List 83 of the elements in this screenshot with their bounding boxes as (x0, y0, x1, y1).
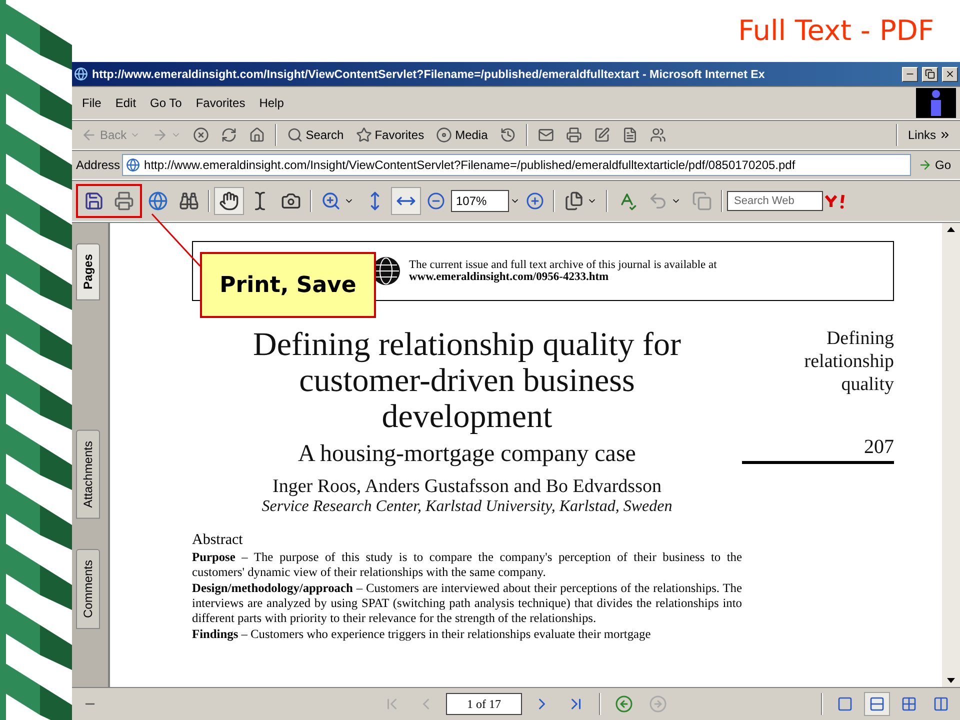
disc-icon (436, 127, 452, 143)
zoom-out-icon (427, 192, 445, 210)
side-tab[interactable]: Comments (76, 549, 100, 630)
address-label: Address (76, 158, 120, 172)
abstract-heading: Abstract (192, 532, 244, 549)
people-icon (650, 127, 666, 143)
back-circle-icon (615, 695, 633, 713)
page-number: 207 (742, 436, 894, 464)
abstract-paragraph: Design/methodology/approach – Customers are interviewed about their perceptions of the relationships. The interviews are analyzed by using SPAT (switching path analysis technique) that divides the relationships into different parts with priority to their relevance for the strength of the relationships. (192, 581, 742, 626)
menu-item[interactable]: Edit (109, 94, 142, 112)
home-icon (248, 127, 265, 143)
side-tab[interactable]: Pages (76, 243, 100, 300)
page-layout-icon (869, 696, 885, 712)
restore-icon (925, 69, 935, 79)
document-icon (622, 127, 638, 143)
running-head: quality (841, 373, 894, 396)
binoculars-icon (179, 191, 199, 211)
zoom-field[interactable]: 107% (451, 190, 509, 212)
scrollbar[interactable] (942, 223, 960, 687)
abstract-paragraph: Findings – Customers who experience triggers in their relationships evaluate their mortgage (192, 627, 652, 642)
menu-item[interactable]: Go To (144, 94, 188, 112)
links-button[interactable]: Links (902, 124, 956, 146)
restore-button[interactable] (922, 66, 938, 82)
logo-icon (916, 88, 956, 118)
page-icon (126, 158, 140, 172)
menu-item[interactable]: File (76, 94, 108, 112)
article-title: Defining relationship quality for customer-driven business development (252, 327, 682, 435)
browser-icon (74, 67, 88, 81)
notice-text: The current issue and full text archive of this journal is available at (409, 259, 717, 271)
chevrons-icon (939, 129, 951, 141)
notice-text: www.emeraldinsight.com/0956-4233.htm (409, 271, 610, 283)
search-button[interactable]: Search (282, 123, 349, 147)
affiliation: Service Research Center, Karlstad University, Karlstad, Sweden (262, 498, 672, 516)
running-head: relationship (804, 350, 894, 373)
page-layout-icon (837, 696, 853, 712)
stop-icon (192, 127, 209, 143)
save-icon (84, 191, 104, 211)
page-layout-icon (901, 696, 917, 712)
search-field[interactable]: Search Web (727, 191, 823, 211)
history-icon (500, 127, 516, 143)
pages-icon (564, 191, 584, 211)
printer-icon (566, 127, 582, 143)
view-mode-button[interactable] (864, 692, 890, 716)
close-icon (945, 69, 955, 79)
close-button[interactable] (942, 66, 958, 82)
edit-icon (594, 127, 610, 143)
running-head: Defining (826, 327, 894, 350)
forward-arrow-icon (152, 127, 168, 143)
page-layout-icon (933, 696, 949, 712)
mail-icon (538, 127, 554, 143)
page-field[interactable]: 1 of 17 (446, 693, 522, 715)
printer-icon (114, 191, 134, 211)
media-button[interactable]: Media (431, 123, 493, 147)
go-button[interactable]: Go (912, 154, 956, 176)
menu-item[interactable]: Help (253, 94, 290, 112)
address-field[interactable]: http://www.emeraldinsight.com/Insight/ViewContentServlet?Filename=/published/emeraldfulltextarticle/pdf/0850170205.pdf (122, 154, 911, 176)
window-title: http://www.emeraldinsight.com/Insight/ViewContentServlet?Filename=/published/emeraldfulltextart - Microsoft Internet Ex (92, 68, 766, 80)
camera-icon (281, 191, 301, 211)
go-arrow-icon (918, 158, 932, 172)
favorites-button[interactable]: Favorites (350, 123, 430, 147)
callout-note: Print, Save (200, 252, 376, 318)
article-subtitle: A housing-mortgage company case (298, 441, 636, 468)
leader-line (150, 212, 202, 268)
forward-circle-icon (649, 695, 667, 713)
back-arrow-icon (81, 127, 97, 143)
minimize-button[interactable] (902, 66, 918, 82)
globe-icon (148, 191, 168, 211)
abstract-paragraph: Purpose – The purpose of this study is to compare the company's perception of their business to the customers' dynamic view of their relationships with the same company. (192, 550, 742, 580)
zoom-in-icon (321, 191, 341, 211)
search-icon (286, 127, 303, 143)
undo-icon (648, 191, 668, 211)
star-icon (356, 127, 372, 143)
address-text: http://www.emeraldinsight.com/Insight/ViewContentServlet?Filename=/published/emeraldfulltextarticle/pdf/0850170205.pdf (144, 158, 796, 172)
copy-icon (692, 191, 712, 211)
authors: Inger Roos, Anders Gustafsson and Bo Edvardsson (272, 476, 662, 498)
hand-tool-button[interactable] (214, 187, 244, 215)
side-tab[interactable]: Attachments (76, 430, 100, 520)
refresh-icon (220, 127, 237, 143)
slide-title: Full Text - PDF (738, 14, 934, 47)
zoom-in-icon (526, 192, 544, 210)
hand-icon (219, 191, 239, 211)
fit-width-button[interactable] (391, 187, 421, 215)
menu-item[interactable]: Favorites (190, 94, 252, 112)
